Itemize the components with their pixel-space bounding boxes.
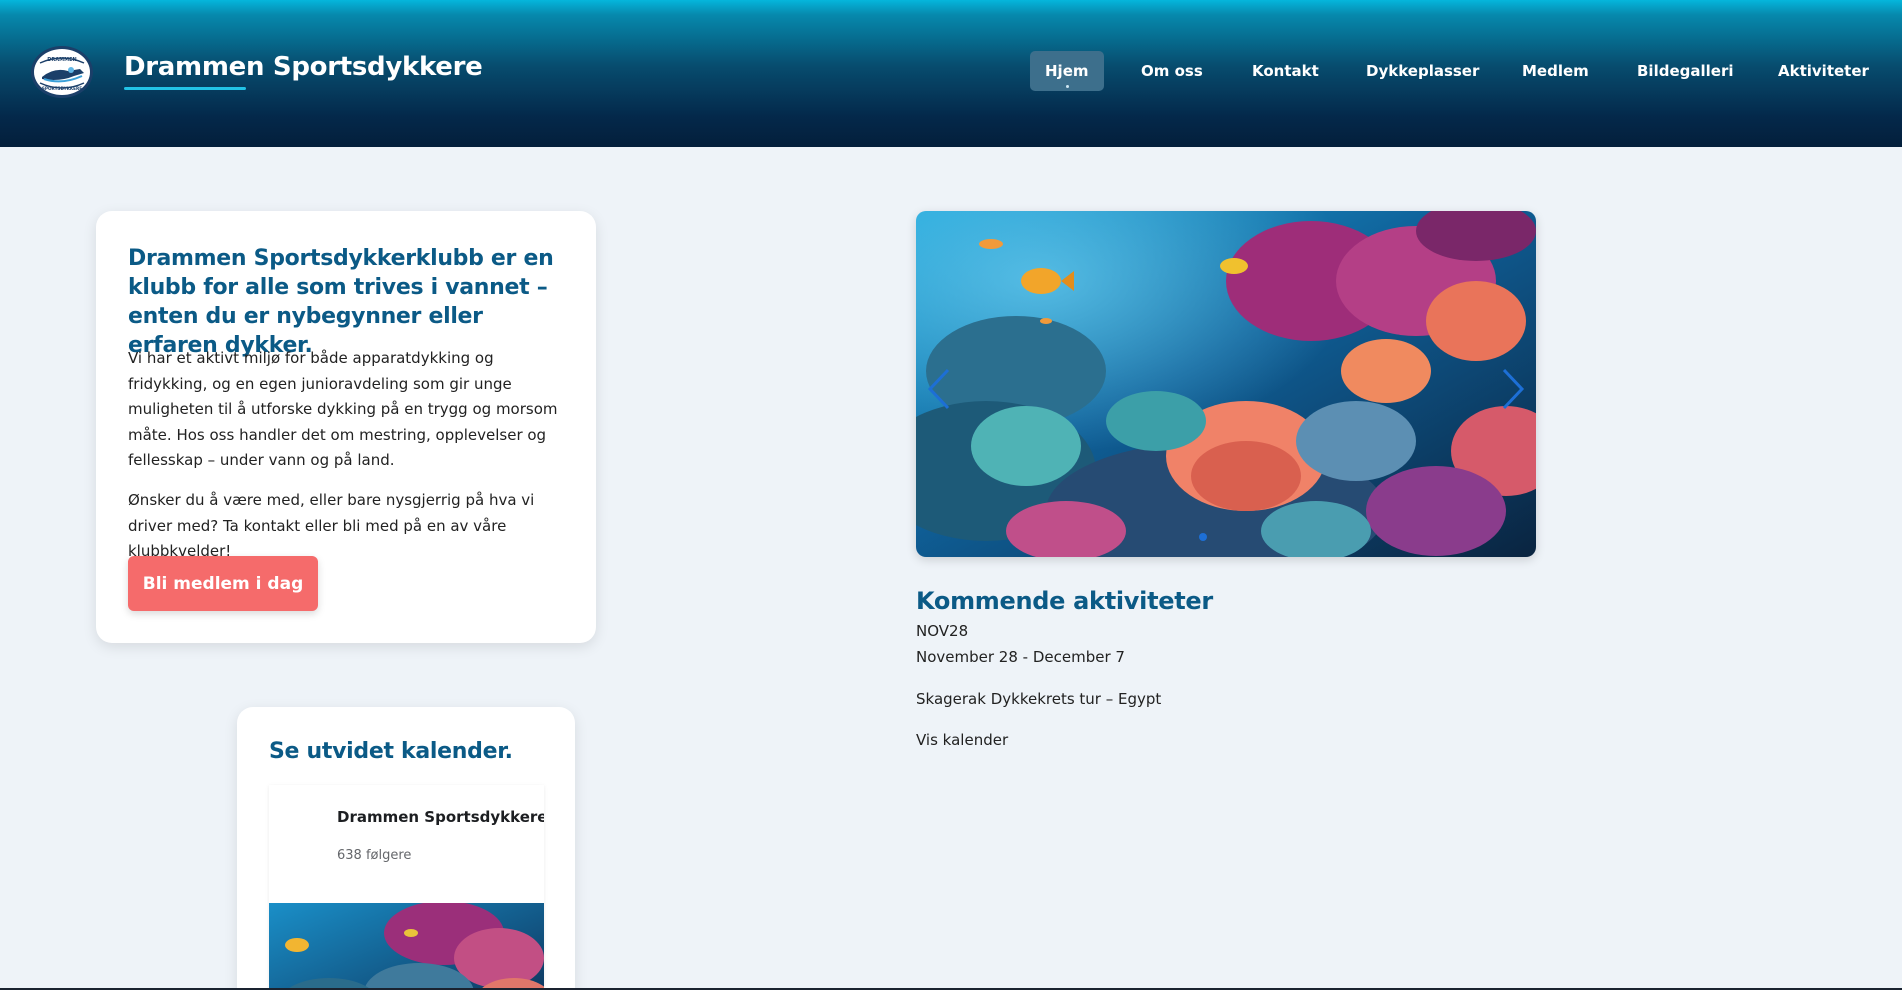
active-indicator-dot [1065, 85, 1069, 88]
site-header: DRAMMEN SPORTSDYKKERE Drammen Sportsdykk… [0, 0, 1902, 147]
intro-paragraph-1: Vi har et aktivt miljø for både apparatd… [128, 349, 558, 469]
main-nav: Hjem Om oss Kontakt Dykkeplasser Medlem … [0, 51, 1902, 91]
intro-paragraph-2: Ønsker du å være med, eller bare nysgjer… [128, 491, 535, 560]
activity-date-short: NOV28 [916, 622, 969, 640]
nav-item-aktiviteter[interactable]: Aktiviteter [1778, 51, 1869, 91]
nav-label: Hjem [1045, 62, 1089, 80]
chevron-left-icon[interactable] [924, 366, 954, 412]
slider-dot-active[interactable] [1199, 533, 1207, 541]
activity-title[interactable]: Skagerak Dykkekrets tur – Egypt [916, 690, 1161, 708]
view-calendar-link[interactable]: Vis kalender [916, 731, 1008, 749]
activities-heading: Kommende aktiviteter [916, 587, 1213, 615]
image-slider[interactable] [916, 211, 1536, 557]
calendar-heading: Se utvidet kalender. [269, 739, 513, 764]
nav-item-bildegalleri[interactable]: Bildegalleri [1637, 51, 1733, 91]
intro-card: Drammen Sportsdykkerklubb er en klubb fo… [96, 211, 596, 643]
chevron-right-icon[interactable] [1498, 366, 1528, 412]
facebook-page-name[interactable]: Drammen Sportsdykkere [337, 808, 544, 826]
nav-item-om-oss[interactable]: Om oss [1141, 51, 1203, 91]
facebook-followers-count: 638 følgere [337, 848, 412, 863]
nav-item-hjem[interactable]: Hjem [1030, 51, 1104, 91]
intro-heading: Drammen Sportsdykkerklubb er en klubb fo… [128, 246, 554, 358]
calendar-card: Se utvidet kalender. Drammen Sportsdykke… [237, 707, 575, 990]
coral-reef-image [916, 211, 1536, 557]
nav-item-medlem[interactable]: Medlem [1522, 51, 1589, 91]
activity-date-range: November 28 - December 7 [916, 648, 1125, 666]
facebook-cover-image[interactable] [269, 903, 544, 990]
join-button[interactable]: Bli medlem i dag [128, 556, 318, 611]
facebook-page-widget[interactable]: Drammen Sportsdykkere 638 følgere [269, 785, 544, 990]
nav-item-dykkeplasser[interactable]: Dykkeplasser [1366, 51, 1479, 91]
nav-item-kontakt[interactable]: Kontakt [1252, 51, 1319, 91]
